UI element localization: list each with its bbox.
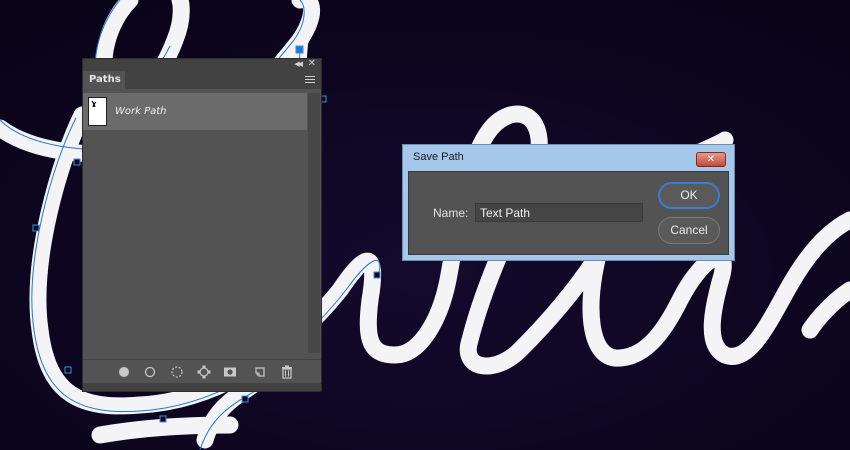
stroke-path-icon[interactable]	[143, 365, 157, 379]
make-work-path-icon[interactable]	[197, 365, 211, 379]
load-selection-icon[interactable]	[170, 365, 184, 379]
path-name: Work Path	[115, 106, 167, 117]
paths-panel: ◀◀ ✕ Paths Work Path	[82, 58, 322, 392]
dialog-title: Save Path	[413, 151, 464, 163]
dialog-close-button[interactable]: ✕	[696, 152, 726, 167]
collapse-icon[interactable]: ◀◀	[294, 60, 303, 68]
panel-menu-icon[interactable]	[305, 76, 315, 84]
path-thumbnail	[88, 97, 107, 126]
close-icon[interactable]: ✕	[308, 58, 316, 69]
tab-paths[interactable]: Paths	[83, 71, 125, 89]
name-input[interactable]	[475, 203, 643, 222]
panel-scrollbar[interactable]	[308, 93, 320, 353]
panel-tab-bar: Paths	[83, 71, 321, 89]
ok-button[interactable]: OK	[658, 182, 720, 209]
path-list: Work Path	[83, 89, 321, 359]
new-path-icon[interactable]	[253, 365, 267, 379]
panel-title-bar[interactable]: ◀◀ ✕	[83, 58, 321, 71]
fill-path-icon[interactable]	[117, 365, 131, 379]
name-label: Name:	[433, 206, 469, 220]
add-mask-icon[interactable]	[223, 365, 237, 379]
dialog-body: Name: OK Cancel	[408, 171, 729, 255]
save-path-dialog: Save Path ✕ Name: OK Cancel	[402, 144, 735, 261]
cancel-button[interactable]: Cancel	[658, 217, 720, 244]
delete-icon[interactable]	[280, 365, 294, 379]
panel-resize-strip[interactable]	[83, 383, 321, 391]
panel-footer	[83, 359, 321, 384]
path-row-work-path[interactable]: Work Path	[83, 93, 307, 130]
